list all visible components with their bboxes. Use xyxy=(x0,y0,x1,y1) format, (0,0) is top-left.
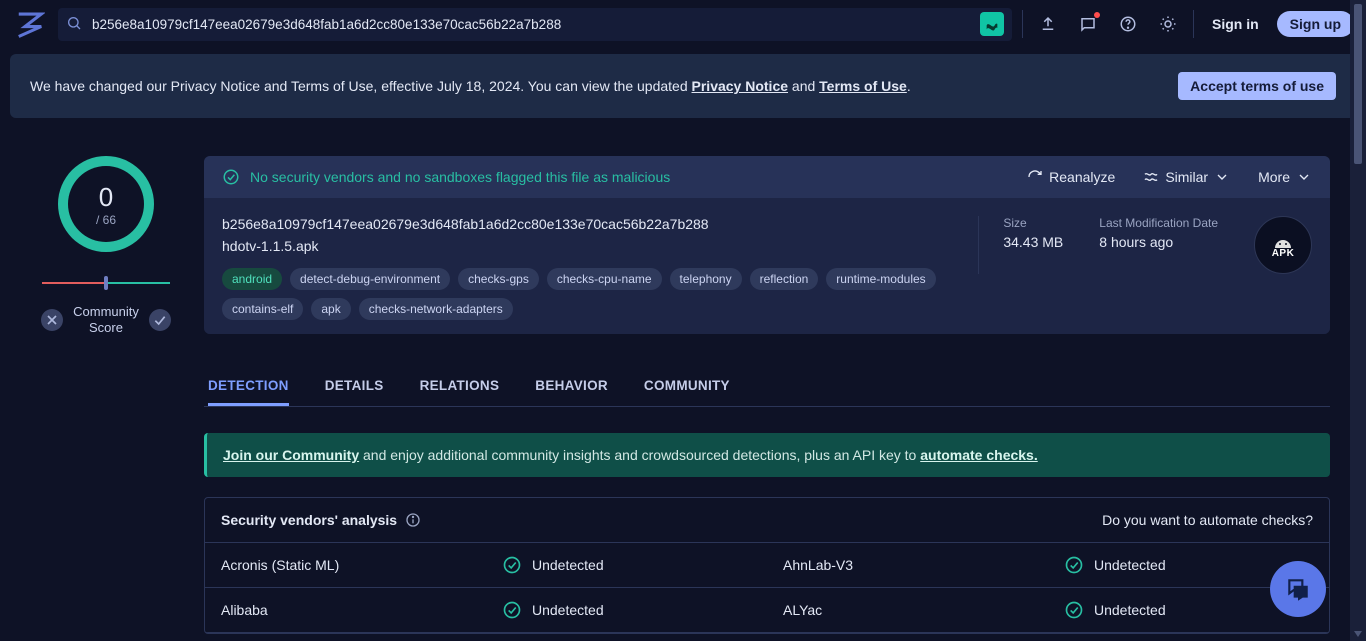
vote-down-button[interactable] xyxy=(41,309,63,331)
tag-checks-network-adapters[interactable]: checks-network-adapters xyxy=(359,298,513,320)
info-column: No security vendors and no sandboxes fla… xyxy=(204,156,1330,634)
extension-icon[interactable] xyxy=(980,12,1004,36)
community-slider-knob xyxy=(104,276,108,290)
privacy-notice-banner: We have changed our Privacy Notice and T… xyxy=(10,54,1356,118)
file-type-badge: APK xyxy=(1254,216,1312,274)
similar-button[interactable]: Similar xyxy=(1143,169,1230,185)
file-name: hdotv-1.1.5.apk xyxy=(222,238,954,254)
community-slider xyxy=(42,276,170,300)
android-icon xyxy=(1271,232,1295,248)
vendor-name: AhnLab-V3 xyxy=(767,543,1048,587)
chevron-down-icon xyxy=(1214,169,1230,185)
vendor-row: Acronis (Static ML)UndetectedAhnLab-V3Un… xyxy=(205,543,1329,588)
reanalyze-button[interactable]: Reanalyze xyxy=(1027,169,1115,185)
vendors-table: Security vendors' analysis Do you want t… xyxy=(204,497,1330,634)
detection-gauge: 0 / 66 xyxy=(58,156,154,252)
community-score-label: Community Score xyxy=(41,304,171,337)
top-bar: Sign in Sign up xyxy=(0,0,1366,48)
tab-community[interactable]: COMMUNITY xyxy=(644,368,730,406)
tag-list: android detect-debug-environment checks-gp… xyxy=(222,268,954,320)
chevron-down-icon xyxy=(1296,169,1312,185)
tag-android[interactable]: android xyxy=(222,268,282,290)
signin-link[interactable]: Sign in xyxy=(1204,16,1267,32)
privacy-notice-link[interactable]: Privacy Notice xyxy=(692,78,789,94)
search-bar[interactable] xyxy=(58,8,1012,41)
tab-behavior[interactable]: BEHAVIOR xyxy=(535,368,608,406)
signup-button[interactable]: Sign up xyxy=(1277,11,1354,37)
tag-contains-elf[interactable]: contains-elf xyxy=(222,298,303,320)
vendor-name: ALYac xyxy=(767,588,1048,632)
theme-icon[interactable] xyxy=(1153,9,1183,39)
join-community-link[interactable]: Join our Community xyxy=(223,447,359,463)
divider xyxy=(1193,10,1194,38)
vendors-title: Security vendors' analysis xyxy=(221,512,397,528)
tab-details[interactable]: DETAILS xyxy=(325,368,384,406)
summary-panel: No security vendors and no sandboxes fla… xyxy=(204,156,1330,334)
file-hash: b256e8a10979cf147eea02679e3d648fab1a6d2c… xyxy=(222,216,954,232)
accept-terms-button[interactable]: Accept terms of use xyxy=(1178,72,1336,100)
tag-checks-gps[interactable]: checks-gps xyxy=(458,268,539,290)
vertical-scrollbar[interactable] xyxy=(1350,0,1366,641)
tag-runtime-modules[interactable]: runtime-modules xyxy=(826,268,935,290)
tab-relations[interactable]: RELATIONS xyxy=(420,368,500,406)
scroll-down-arrow[interactable] xyxy=(1354,631,1362,639)
tag-detect-debug-environment[interactable]: detect-debug-environment xyxy=(290,268,450,290)
divider xyxy=(1022,10,1023,38)
tag-reflection[interactable]: reflection xyxy=(750,268,819,290)
automate-checks-link[interactable]: automate checks. xyxy=(920,447,1038,463)
main-content: 0 / 66 Community Score xyxy=(0,138,1366,634)
help-icon[interactable] xyxy=(1113,9,1143,39)
notification-dot xyxy=(1094,12,1100,18)
notifications-icon[interactable] xyxy=(1073,9,1103,39)
more-button[interactable]: More xyxy=(1258,169,1312,185)
vendor-name: Acronis (Static ML) xyxy=(205,543,486,587)
detection-total: / 66 xyxy=(96,213,116,227)
search-icon xyxy=(66,15,82,34)
search-input[interactable] xyxy=(90,16,972,33)
clean-status: No security vendors and no sandboxes fla… xyxy=(222,168,670,186)
site-logo[interactable] xyxy=(12,6,48,42)
community-promo: Join our Community and enjoy additional … xyxy=(204,433,1330,477)
tag-checks-cpu-name[interactable]: checks-cpu-name xyxy=(547,268,662,290)
tab-detection[interactable]: DETECTION xyxy=(208,368,289,406)
tag-telephony[interactable]: telephony xyxy=(670,268,742,290)
chat-button[interactable] xyxy=(1270,561,1326,617)
vendor-name: Alibaba xyxy=(205,588,486,632)
tag-apk[interactable]: apk xyxy=(311,298,350,320)
scrollbar-thumb[interactable] xyxy=(1354,4,1362,164)
score-column: 0 / 66 Community Score xyxy=(36,156,176,634)
size-field: Size 34.43 MB xyxy=(1003,216,1063,250)
upload-icon[interactable] xyxy=(1033,9,1063,39)
vendor-row: AlibabaUndetectedALYacUndetected xyxy=(205,588,1329,633)
vote-up-button[interactable] xyxy=(149,309,171,331)
automate-question[interactable]: Do you want to automate checks? xyxy=(1102,512,1313,528)
vendor-status: Undetected xyxy=(486,588,767,632)
detection-count: 0 xyxy=(96,182,116,213)
terms-link[interactable]: Terms of Use xyxy=(819,78,907,94)
info-icon[interactable] xyxy=(405,512,421,528)
tab-bar: DETECTION DETAILS RELATIONS BEHAVIOR COM… xyxy=(204,368,1330,407)
vendor-status: Undetected xyxy=(486,543,767,587)
notice-text: We have changed our Privacy Notice and T… xyxy=(30,78,911,94)
modification-field: Last Modification Date 8 hours ago xyxy=(1099,216,1218,250)
summary-header: No security vendors and no sandboxes fla… xyxy=(204,156,1330,198)
